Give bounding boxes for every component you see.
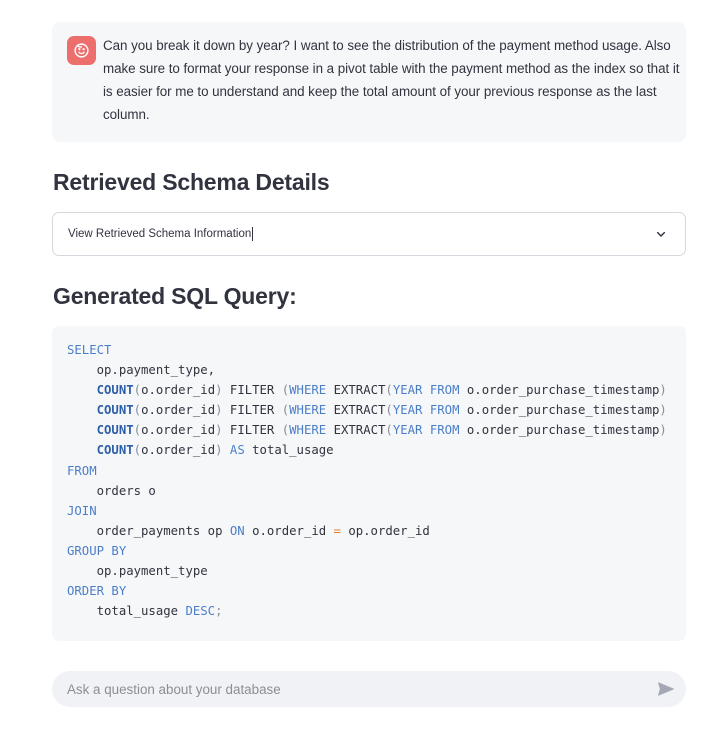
- code-token: WHERE: [289, 423, 327, 438]
- code-line: total_usage DESC;: [67, 601, 667, 621]
- code-token: (: [385, 403, 393, 418]
- code-line: order_payments op ON o.order_id = op.ord…: [67, 521, 667, 541]
- code-token: GROUP BY: [67, 543, 127, 558]
- code-line: op.payment_type: [67, 561, 667, 581]
- code-token: JOIN: [67, 503, 97, 518]
- code-token: WHERE: [289, 383, 327, 398]
- code-token: FROM: [429, 383, 460, 398]
- code-token: total_usage: [244, 443, 334, 458]
- code-token: (: [133, 403, 142, 418]
- chevron-down-icon[interactable]: [653, 226, 669, 242]
- sql-code-block: SELECT op.payment_type, COUNT(o.order_id…: [52, 326, 686, 641]
- code-token: ORDER BY: [67, 584, 127, 599]
- code-token: COUNT: [96, 423, 134, 438]
- code-token: YEAR: [392, 383, 423, 398]
- code-token: ;: [215, 604, 223, 619]
- code-token: order_payments op: [67, 523, 230, 538]
- code-line: ORDER BY: [67, 581, 667, 601]
- user-chat-message: Can you break it down by year? I want to…: [52, 22, 686, 142]
- expander-label: View Retrieved Schema Information: [68, 227, 254, 241]
- code-line: op.payment_type,: [67, 360, 667, 380]
- code-token: FROM: [429, 423, 460, 438]
- code-token: total_usage: [67, 604, 186, 619]
- code-token: COUNT: [96, 443, 134, 458]
- code-token: EXTRACT: [326, 423, 386, 438]
- code-token: WHERE: [289, 403, 327, 418]
- code-line: JOIN: [67, 501, 667, 521]
- code-token: (: [133, 383, 142, 398]
- code-token: YEAR: [392, 423, 423, 438]
- code-token: DESC: [185, 604, 216, 619]
- code-token: o.order_purchase_timestamp: [459, 383, 660, 398]
- code-token: COUNT: [96, 403, 134, 418]
- code-token: YEAR: [392, 403, 423, 418]
- code-token: o.order_id: [141, 383, 216, 398]
- code-token: EXTRACT: [326, 383, 386, 398]
- user-avatar: [67, 36, 96, 65]
- code-token: ): [215, 383, 223, 398]
- code-line: COUNT(o.order_id) FILTER (WHERE EXTRACT(…: [67, 420, 667, 440]
- code-token: EXTRACT: [326, 403, 386, 418]
- code-token: op.payment_type,: [67, 363, 216, 378]
- code-token: SELECT: [67, 343, 112, 357]
- code-token: ): [215, 443, 223, 458]
- code-token: o.order_purchase_timestamp: [459, 403, 660, 418]
- code-token: ): [659, 403, 667, 418]
- code-token: o.order_id: [141, 443, 216, 458]
- code-token: FROM: [67, 463, 97, 478]
- code-token: FILTER: [222, 423, 282, 438]
- code-token: ): [215, 423, 223, 438]
- user-message-text: Can you break it down by year? I want to…: [103, 38, 680, 122]
- code-line: GROUP BY: [67, 541, 667, 561]
- code-line: FROM: [67, 461, 667, 481]
- code-token: o.order_purchase_timestamp: [459, 423, 660, 438]
- code-line: COUNT(o.order_id) FILTER (WHERE EXTRACT(…: [67, 380, 667, 400]
- code-token: o.order_id: [244, 523, 334, 538]
- code-token: orders o: [67, 483, 156, 498]
- code-token: (: [385, 423, 393, 438]
- code-token: ON: [229, 523, 245, 538]
- code-token: COUNT: [96, 383, 134, 398]
- chat-input-bar: [52, 671, 686, 707]
- schema-details-heading: Retrieved Schema Details: [53, 169, 330, 195]
- code-token: (: [385, 383, 393, 398]
- code-token: (: [133, 443, 142, 458]
- code-token: FILTER: [222, 403, 282, 418]
- text-cursor: [252, 227, 254, 241]
- code-token: o.order_id: [141, 423, 216, 438]
- code-line: orders o: [67, 481, 667, 501]
- code-token: FROM: [429, 403, 460, 418]
- code-token: (: [133, 423, 142, 438]
- code-token: o.order_id: [141, 403, 216, 418]
- schema-info-expander[interactable]: View Retrieved Schema Information: [52, 212, 686, 256]
- code-line: COUNT(o.order_id) AS total_usage: [67, 440, 667, 460]
- code-line: COUNT(o.order_id) FILTER (WHERE EXTRACT(…: [67, 400, 667, 420]
- send-icon: [658, 682, 674, 696]
- code-token: ): [215, 403, 223, 418]
- sql-query-heading: Generated SQL Query:: [53, 283, 297, 309]
- code-token: ): [659, 423, 667, 438]
- send-button[interactable]: [656, 679, 676, 699]
- code-token: AS: [229, 443, 245, 458]
- sql-code: SELECT op.payment_type, COUNT(o.order_id…: [67, 340, 667, 621]
- code-token: ): [659, 383, 667, 398]
- face-icon: [74, 43, 89, 58]
- code-token: FILTER: [222, 383, 282, 398]
- code-token: =: [333, 523, 341, 538]
- chat-input[interactable]: [67, 671, 637, 707]
- code-token: op.order_id: [340, 523, 430, 538]
- code-line: SELECT: [67, 340, 667, 360]
- code-token: op.payment_type: [67, 564, 208, 579]
